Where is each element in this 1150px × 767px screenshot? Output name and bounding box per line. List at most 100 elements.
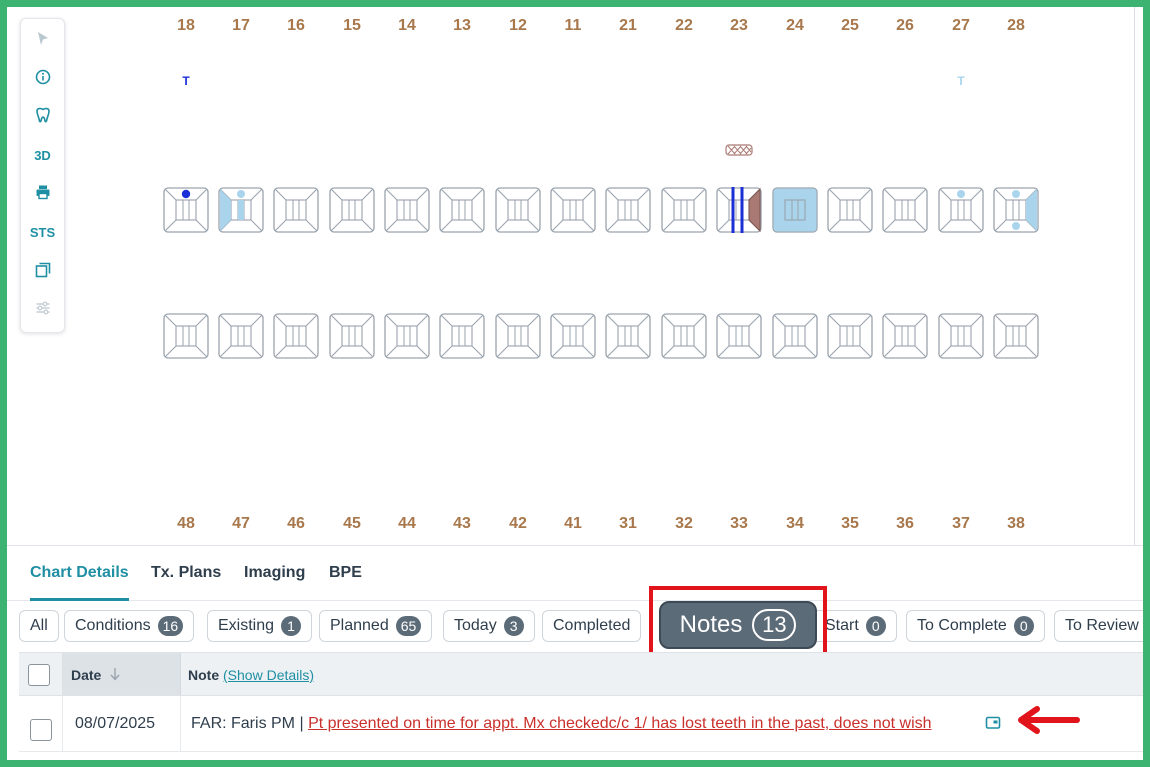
- tooth-12[interactable]: [495, 187, 541, 238]
- show-details-link[interactable]: (Show Details): [223, 667, 314, 683]
- annotation-arrow-icon: [1018, 706, 1080, 734]
- tooth-number-22: 22: [675, 17, 693, 34]
- tooth-number-42: 42: [509, 515, 527, 532]
- row-checkbox[interactable]: [30, 719, 52, 741]
- tooth-number-45: 45: [343, 515, 361, 532]
- tab-chart-details[interactable]: Chart Details: [30, 555, 129, 601]
- count-badge: 0: [865, 616, 886, 636]
- tooth-43[interactable]: [439, 313, 485, 364]
- select-all-checkbox[interactable]: [28, 664, 50, 686]
- note-content-link[interactable]: Pt presented on time for appt. Mx checke…: [308, 715, 931, 732]
- note-author: FAR: Faris PM |: [191, 715, 309, 732]
- sliders-icon: [36, 301, 49, 315]
- tooth-34[interactable]: [772, 313, 818, 364]
- tooth-27[interactable]: [938, 187, 984, 238]
- tooth-number-47: 47: [232, 515, 250, 532]
- tooth-41[interactable]: [550, 313, 596, 364]
- tooth-14[interactable]: [384, 187, 430, 238]
- note-header-label: Note: [188, 667, 220, 683]
- divider: [7, 545, 1143, 546]
- filter-existing[interactable]: Existing 1: [207, 610, 313, 642]
- sort-down-icon: [110, 668, 120, 681]
- info-icon: [35, 69, 50, 85]
- tooth-17[interactable]: [218, 187, 264, 238]
- notes-table: Date Note (Show Details) 08/07/2025 FAR:…: [19, 652, 1143, 752]
- tooth-24[interactable]: [772, 187, 818, 238]
- pointer-tool-button[interactable]: [21, 24, 64, 54]
- tooth-number-28: 28: [1007, 17, 1025, 34]
- tooth-11[interactable]: [550, 187, 596, 238]
- 3d-icon: 3D: [34, 147, 51, 163]
- date-header: Date: [71, 667, 102, 683]
- filter-label: Conditions: [75, 617, 151, 634]
- sts-tool-button[interactable]: STS: [21, 217, 64, 247]
- tooth-number-25: 25: [841, 17, 859, 34]
- note-date: 08/07/2025: [75, 715, 156, 732]
- tooth-46[interactable]: [273, 313, 319, 364]
- settings-tool-button[interactable]: [21, 293, 64, 323]
- date-header-cell[interactable]: Date: [62, 653, 180, 695]
- tab-bpe[interactable]: BPE: [329, 555, 362, 601]
- copy-tool-button[interactable]: [21, 255, 64, 285]
- tooth-18[interactable]: [163, 187, 209, 238]
- tooth-47[interactable]: [218, 313, 264, 364]
- filter-start[interactable]: Start 0: [815, 610, 897, 642]
- tooth-26[interactable]: [882, 187, 928, 238]
- 3d-tool-button[interactable]: 3D: [21, 140, 64, 170]
- filter-today[interactable]: Today 3: [443, 610, 535, 642]
- tooth-number-46: 46: [287, 515, 305, 532]
- tooth-number-11: 11: [564, 17, 582, 34]
- tooth-number-32: 32: [675, 515, 693, 532]
- tooth-15[interactable]: [329, 187, 375, 238]
- tooth-number-12: 12: [509, 17, 527, 34]
- filter-label: To Complete: [917, 617, 1007, 634]
- tab-tx-plans[interactable]: Tx. Plans: [151, 555, 221, 601]
- print-tool-button[interactable]: [21, 177, 64, 207]
- tooth-number-27: 27: [952, 17, 970, 34]
- tooth-number-15: 15: [343, 17, 361, 34]
- bridge-marker-icon: [725, 143, 753, 161]
- filter-to-complete[interactable]: To Complete 0: [906, 610, 1045, 642]
- tooth-33[interactable]: [716, 313, 762, 364]
- filter-label: All: [30, 617, 48, 634]
- tooth-22[interactable]: [661, 187, 707, 238]
- tooth-37[interactable]: [938, 313, 984, 364]
- info-tool-button[interactable]: [21, 62, 64, 92]
- tooth-28[interactable]: [993, 187, 1039, 238]
- tooth-48[interactable]: [163, 313, 209, 364]
- chart-scroll-border: [1134, 7, 1135, 545]
- tooth-tool-button[interactable]: [21, 100, 64, 130]
- highlight-box: [649, 586, 827, 662]
- tooth-13[interactable]: [439, 187, 485, 238]
- tooth-42[interactable]: [495, 313, 541, 364]
- tooth-number-43: 43: [453, 515, 471, 532]
- print-icon: [36, 185, 49, 200]
- tooth-45[interactable]: [329, 313, 375, 364]
- tooth-number-33: 33: [730, 515, 748, 532]
- table-row[interactable]: 08/07/2025 FAR: Faris PM | Pt presented …: [19, 696, 1143, 752]
- tooth-35[interactable]: [827, 313, 873, 364]
- tooth-36[interactable]: [882, 313, 928, 364]
- pointer-icon: [37, 32, 48, 45]
- tooth-23[interactable]: [716, 185, 762, 238]
- tooth-21[interactable]: [605, 187, 651, 238]
- note-text: FAR: Faris PM | Pt presented on time for…: [191, 696, 932, 752]
- tooth-32[interactable]: [661, 313, 707, 364]
- tooth-44[interactable]: [384, 313, 430, 364]
- filter-to-review[interactable]: To Review: [1054, 610, 1143, 642]
- tab-imaging[interactable]: Imaging: [244, 555, 305, 601]
- filter-all[interactable]: All: [19, 610, 59, 642]
- filter-completed[interactable]: Completed: [542, 610, 642, 642]
- detail-tabs: Chart Details Tx. Plans Imaging BPE: [7, 555, 1143, 601]
- count-badge: 16: [157, 616, 184, 636]
- open-note-icon[interactable]: [985, 716, 1001, 730]
- tooth-25[interactable]: [827, 187, 873, 238]
- filter-planned[interactable]: Planned 65: [319, 610, 433, 642]
- filter-label: Planned: [330, 617, 389, 634]
- tooth-16[interactable]: [273, 187, 319, 238]
- tooth-number-21: 21: [619, 17, 637, 34]
- tooth-38[interactable]: [993, 313, 1039, 364]
- sts-icon: STS: [29, 224, 56, 240]
- tooth-31[interactable]: [605, 313, 651, 364]
- filter-conditions[interactable]: Conditions 16: [64, 610, 195, 642]
